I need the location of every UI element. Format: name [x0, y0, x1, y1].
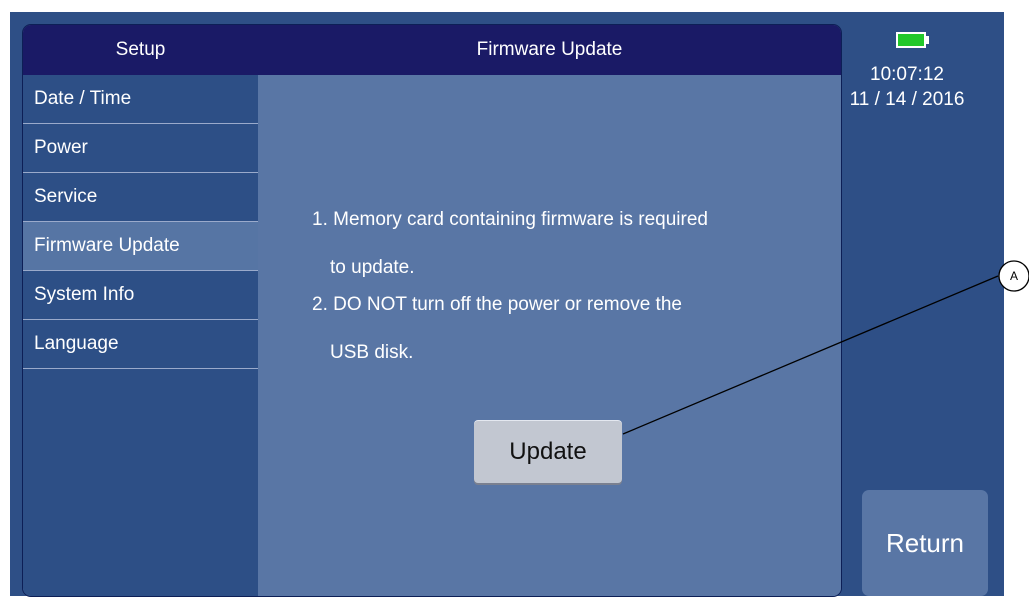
instruction-line-1: 1. Memory card containing firmware is re…: [312, 209, 708, 230]
sidebar-item-service[interactable]: Service: [23, 173, 258, 222]
content-area: 1. Memory card containing firmware is re…: [258, 75, 841, 596]
update-button[interactable]: Update: [474, 421, 622, 483]
sidebar: Date / Time Power Service Firmware Updat…: [23, 75, 258, 596]
clock-date: 11 / 14 / 2016: [849, 89, 965, 110]
instruction-line-3: 2. DO NOT turn off the power or remove t…: [312, 294, 682, 315]
instruction-line-4: USB disk.: [330, 342, 414, 363]
return-button[interactable]: Return: [862, 490, 988, 596]
callout-label: A: [1010, 269, 1018, 283]
sidebar-item-firmware-update[interactable]: Firmware Update: [23, 222, 258, 271]
setup-header: Setup: [23, 25, 258, 75]
clock-time: 10:07:12: [870, 64, 944, 85]
battery-tip: [926, 36, 929, 44]
sidebar-item-system-info[interactable]: System Info: [23, 271, 258, 320]
sidebar-item-power[interactable]: Power: [23, 124, 258, 173]
page-title: Firmware Update: [258, 25, 841, 75]
sidebar-item-date-time[interactable]: Date / Time: [23, 75, 258, 124]
setup-panel: Setup Firmware Update Date / Time Power …: [22, 24, 842, 597]
battery-full-icon: [896, 32, 926, 48]
instruction-line-2: to update.: [330, 257, 415, 278]
sidebar-item-language[interactable]: Language: [23, 320, 258, 369]
